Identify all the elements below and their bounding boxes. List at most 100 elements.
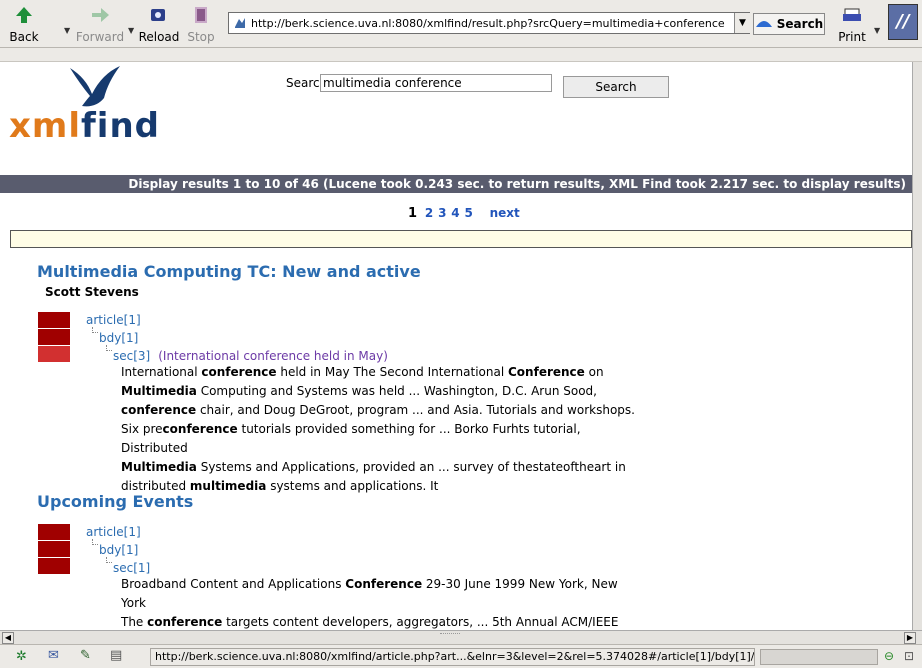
- pager-page-3[interactable]: 3: [438, 206, 446, 220]
- path-sec-link[interactable]: sec[3]: [113, 349, 150, 363]
- pager-page-2[interactable]: 2: [425, 206, 433, 220]
- bird-logo-icon: [70, 66, 120, 107]
- address-bar[interactable]: http://berk.science.uva.nl:8080/xmlfind/…: [228, 12, 750, 34]
- path-bdy-link[interactable]: bdy[1]: [99, 331, 138, 345]
- relevance-square: [38, 558, 70, 574]
- snippet-text: chair, and Doug DeGroot, program ... and…: [196, 403, 635, 417]
- logo-part-xml: xml: [9, 106, 82, 146]
- pager-page-5[interactable]: 5: [464, 206, 472, 220]
- snippet-line: Broadband Content and Applications Confe…: [121, 575, 641, 613]
- result-author: Scott Stevens: [45, 285, 139, 299]
- tree-connector: [92, 327, 98, 333]
- snippet-text: Broadband Content and Applications: [121, 577, 346, 591]
- printer-icon: [843, 8, 861, 21]
- keyword-highlight: Conference: [345, 577, 423, 591]
- search-input[interactable]: multimedia conference: [320, 74, 552, 92]
- result-title[interactable]: Multimedia Computing TC: New and active: [37, 262, 421, 281]
- path-sec-link[interactable]: sec[1]: [113, 561, 150, 575]
- xmlfind-logo[interactable]: xmlfind: [9, 106, 160, 146]
- navigator-icon[interactable]: ✲: [16, 649, 27, 664]
- path-bdy-link[interactable]: bdy[1]: [99, 543, 138, 557]
- toolbar-grip[interactable]: [0, 48, 922, 62]
- result-title[interactable]: Upcoming Events: [37, 492, 193, 511]
- snippet-text: targets content developers, aggregators,…: [222, 615, 619, 629]
- snippet-text: on: [584, 365, 604, 379]
- keyword-highlight: Multimedia: [121, 460, 197, 474]
- browser-window: Back ▼ Forward ▼ Reload Stop http://berk…: [0, 0, 922, 668]
- message-bar: [10, 230, 912, 248]
- scrollbar-grip[interactable]: [440, 633, 460, 642]
- snippet-line: distributed multimedia systems and appli…: [121, 477, 641, 496]
- forward-button[interactable]: Forward: [74, 5, 126, 44]
- address-dropdown-chevron-icon[interactable]: ▼: [734, 13, 750, 33]
- back-history-chevron-icon[interactable]: ▼: [64, 26, 70, 35]
- forward-label: Forward: [75, 30, 125, 44]
- vertical-scrollbar[interactable]: [912, 62, 922, 630]
- keyword-highlight: conference: [121, 403, 197, 417]
- relevance-square: [38, 329, 70, 345]
- snippet-text: International: [121, 365, 202, 379]
- pagination: 1 2 3 4 5 next: [408, 206, 521, 221]
- status-text: http://berk.science.uva.nl:8080/xmlfind/…: [150, 648, 755, 666]
- snippet-line: Multimedia Computing and Systems was hel…: [121, 382, 641, 401]
- reload-icon: [151, 9, 165, 21]
- scroll-left-arrow-icon[interactable]: ◀: [2, 632, 14, 644]
- snippet-text: Computing and Systems was held ... Washi…: [196, 384, 597, 398]
- address-url: http://berk.science.uva.nl:8080/xmlfind/…: [251, 16, 725, 30]
- tree-connector: [106, 557, 112, 563]
- path-sec-row: sec[3] (International conference held in …: [113, 349, 388, 363]
- result-snippet: Broadband Content and Applications Confe…: [121, 575, 641, 630]
- search-button[interactable]: Search: [563, 76, 669, 98]
- tree-connector: [106, 345, 112, 351]
- relevance-square: [38, 524, 70, 540]
- relevance-square: [38, 312, 70, 328]
- snippet-text: Six pre: [121, 422, 163, 436]
- snippet-line: conference chair, and Doug DeGroot, prog…: [121, 401, 641, 420]
- horizontal-scrollbar[interactable]: ◀ ▶: [0, 630, 922, 644]
- path-article-link[interactable]: article[1]: [86, 525, 141, 539]
- keyword-highlight: multimedia: [189, 479, 267, 493]
- keyword-highlight: conference: [201, 365, 277, 379]
- snippet-text: held in May The Second International: [276, 365, 508, 379]
- progress-bar: [760, 649, 878, 665]
- snippet-line: Six preconference tutorials provided som…: [121, 420, 641, 458]
- address-book-icon[interactable]: ▤: [110, 648, 122, 663]
- tree-connector: [92, 539, 98, 545]
- path-article-link[interactable]: article[1]: [86, 313, 141, 327]
- navigation-toolbar: Back ▼ Forward ▼ Reload Stop http://berk…: [0, 0, 922, 48]
- back-arrow-icon: [16, 7, 32, 23]
- pager-page-4[interactable]: 4: [451, 206, 459, 220]
- snippet-text: The: [121, 615, 148, 629]
- search-icon: [755, 21, 772, 27]
- relevance-square: [38, 541, 70, 557]
- stop-icon: [195, 7, 207, 23]
- snippet-line: Multimedia Systems and Applications, pro…: [121, 458, 641, 477]
- connection-icon: ⊖: [884, 649, 895, 663]
- pager-next-link[interactable]: next: [490, 206, 520, 220]
- section-hint: (International conference held in May): [158, 349, 388, 363]
- snippet-text: distributed: [121, 479, 190, 493]
- snippet-line: The conference targets content developer…: [121, 613, 641, 630]
- throbber-logo: //: [888, 4, 918, 40]
- snippet-text: Systems and Applications, provided an ..…: [196, 460, 626, 474]
- keyword-highlight: conference: [147, 615, 223, 629]
- page-icon: [235, 18, 245, 28]
- security-icon[interactable]: ⊡: [904, 649, 914, 663]
- toolbar-search-label: Search: [776, 17, 824, 31]
- print-button[interactable]: Print: [834, 5, 870, 44]
- pager-current-page: 1: [408, 206, 418, 221]
- mail-icon[interactable]: ✉: [48, 648, 59, 663]
- print-chevron-icon[interactable]: ▼: [874, 26, 880, 35]
- reload-button[interactable]: Reload: [138, 5, 180, 44]
- forward-arrow-icon: [92, 8, 109, 22]
- toolbar-search-button[interactable]: Search: [753, 13, 825, 35]
- relevance-square: [38, 346, 70, 362]
- snippet-text: systems and applications. It: [266, 479, 439, 493]
- scroll-right-arrow-icon[interactable]: ▶: [904, 632, 916, 644]
- back-button[interactable]: Back: [4, 5, 44, 44]
- stop-button[interactable]: Stop: [186, 5, 216, 44]
- logo-part-find: find: [81, 106, 161, 146]
- forward-history-chevron-icon[interactable]: ▼: [128, 26, 134, 35]
- composer-icon[interactable]: ✎: [80, 648, 91, 663]
- keyword-highlight: conference: [162, 422, 238, 436]
